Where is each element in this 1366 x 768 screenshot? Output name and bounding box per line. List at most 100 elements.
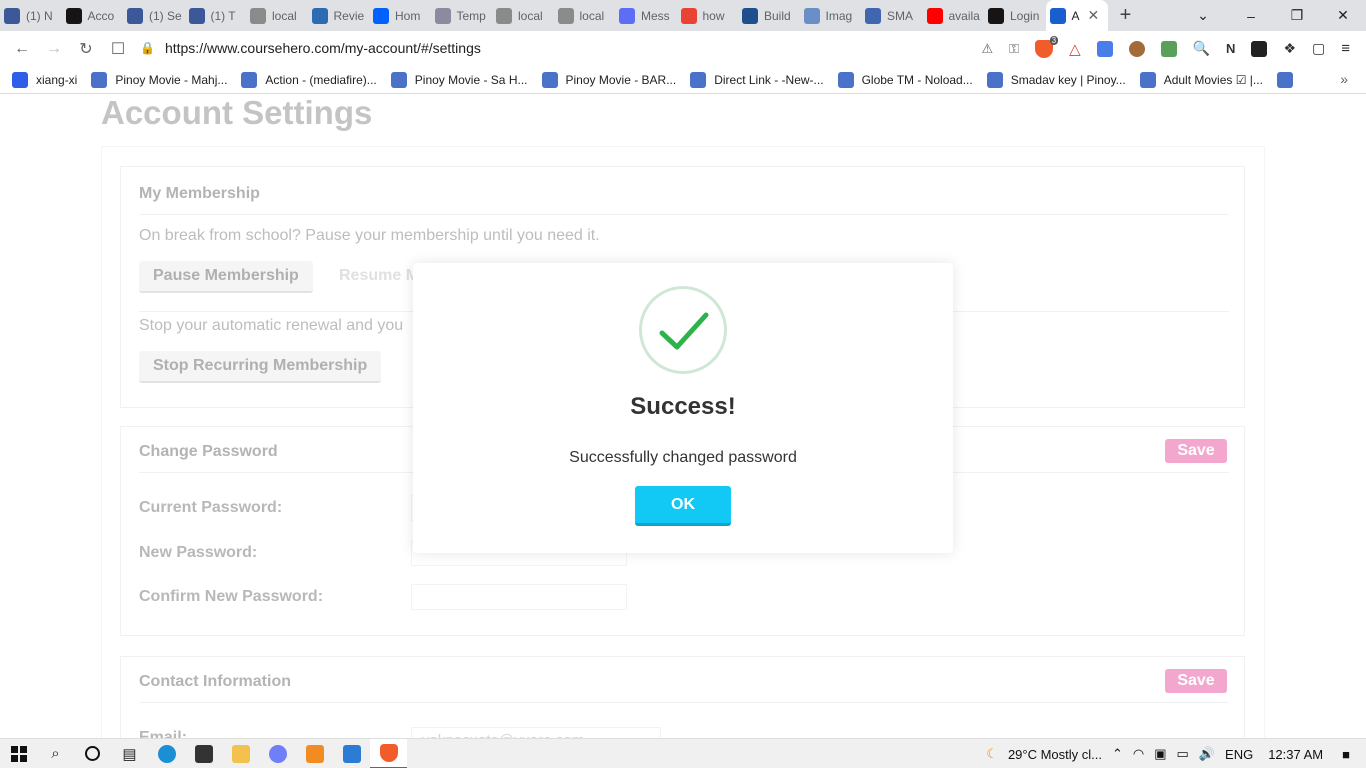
bookmark-item[interactable]: Direct Link - -New-...	[690, 71, 824, 88]
tab-title: (1) N	[26, 8, 53, 23]
minimize-icon[interactable]: –	[1228, 0, 1274, 31]
battery-icon[interactable]: ▭	[1177, 746, 1189, 762]
browser-tab[interactable]: Acco	[62, 0, 124, 31]
wallet-icon[interactable]: ▢	[1312, 40, 1325, 57]
browser-tab[interactable]: Imag	[800, 0, 862, 31]
close-tab-icon[interactable]: ✕	[1088, 7, 1100, 24]
language-indicator[interactable]: ENG	[1225, 747, 1253, 762]
brave-shields-icon[interactable]: 3	[1035, 35, 1059, 58]
contact-heading: Contact Information	[139, 673, 291, 690]
bookmark-favicon-icon	[837, 71, 854, 88]
url-text[interactable]: https://www.coursehero.com/my-account/#/…	[165, 40, 481, 56]
active-tab[interactable]: A ✕	[1045, 0, 1108, 31]
key-icon[interactable]: ⚿	[1009, 41, 1019, 57]
bookmark-item[interactable]: Pinoy Movie - Mahj...	[91, 71, 227, 88]
browser-tab[interactable]: local	[246, 0, 308, 31]
save-password-button[interactable]: Save	[1165, 439, 1227, 463]
vscode-icon[interactable]	[333, 739, 370, 768]
browser-tab[interactable]: Mess	[615, 0, 677, 31]
browser-tab[interactable]: (1) N	[0, 0, 62, 31]
meet-now-icon[interactable]: ▣	[1154, 746, 1166, 762]
menu-icon[interactable]: ≡	[1341, 40, 1350, 57]
browser-tab[interactable]: Login	[984, 0, 1046, 31]
puzzle-icon[interactable]: ❖	[1283, 40, 1296, 57]
browser-tab[interactable]: (1) T	[185, 0, 247, 31]
bookmark-item[interactable]: Adult Movies ☑ |...	[1139, 71, 1263, 88]
bookmark-item[interactable]: Pinoy Movie - Sa H...	[390, 71, 528, 88]
bookmark-item[interactable]: Globe TM - Noload...	[837, 71, 973, 88]
browser-tab[interactable]: (1) Se	[123, 0, 185, 31]
bookmark-item[interactable]	[1276, 71, 1301, 88]
bookmark-item[interactable]: Pinoy Movie - BAR...	[541, 71, 676, 88]
divider	[139, 702, 1229, 703]
tab-strip: (1) N Acco (1) Se (1) T local Revie Hom Temp loc…	[0, 0, 1366, 31]
dialog-title: Success!	[630, 393, 736, 420]
contact-card: Contact Information Save Email: yaknocua…	[120, 656, 1245, 738]
bookmark-item[interactable]: Smadav key | Pinoy...	[986, 71, 1126, 88]
address-bar[interactable]: 🔒 https://www.coursehero.com/my-account/…	[140, 34, 960, 62]
email-field[interactable]: yaknocuato@yuere.com	[411, 727, 661, 738]
bookmarks-overflow-icon[interactable]: »	[1340, 71, 1348, 87]
new-tab-button[interactable]: +	[1112, 4, 1140, 27]
translate-icon[interactable]	[1096, 40, 1113, 57]
ok-button[interactable]: OK	[635, 486, 731, 526]
messenger-icon[interactable]	[259, 739, 296, 768]
search-icon[interactable]: ⌕	[37, 739, 74, 768]
close-window-icon[interactable]: ✕	[1320, 0, 1366, 31]
confirm-password-input[interactable]	[411, 584, 627, 610]
store-icon[interactable]	[185, 739, 222, 768]
zoom-icon[interactable]: 🔍	[1193, 40, 1210, 57]
bookmark-item[interactable]: xiang-xi	[12, 71, 77, 88]
forward-icon[interactable]: →	[38, 33, 70, 65]
clock[interactable]: 12:37 AM	[1268, 747, 1323, 762]
bookmark-item[interactable]: Action - (mediafire)...	[241, 71, 377, 88]
cookie-icon[interactable]	[1128, 40, 1145, 57]
browser-tab[interactable]: Revie	[308, 0, 370, 31]
browser-tab[interactable]: Hom	[369, 0, 431, 31]
n-extension-icon[interactable]: N	[1226, 41, 1235, 56]
tab-favicon-icon	[926, 7, 943, 24]
sublime-icon[interactable]	[296, 739, 333, 768]
reload-icon[interactable]: ↻	[70, 33, 102, 65]
brave-taskbar-icon[interactable]	[370, 738, 407, 768]
tab-title: Imag	[825, 8, 853, 23]
pause-membership-button[interactable]: Pause Membership	[139, 261, 313, 293]
brave-rewards-icon[interactable]: △	[1069, 40, 1081, 58]
divider	[139, 214, 1229, 215]
browser-tab[interactable]: local	[554, 0, 616, 31]
chevron-up-icon[interactable]: ⌃	[1112, 746, 1123, 762]
bookmark-icon[interactable]: ☐	[102, 33, 134, 65]
tab-favicon-icon	[373, 7, 389, 24]
save-contact-button[interactable]: Save	[1165, 669, 1227, 693]
tab-favicon-icon	[619, 7, 635, 24]
bat-extension-icon[interactable]	[1251, 40, 1268, 57]
tab-search-icon[interactable]: ⌄	[1180, 0, 1226, 31]
site-permissions-icon[interactable]: ⚠	[982, 41, 994, 57]
cortana-icon[interactable]	[74, 739, 111, 768]
weather-text[interactable]: 29°C Mostly cl...	[1008, 747, 1102, 762]
back-icon[interactable]: ←	[6, 33, 38, 65]
browser-tab[interactable]: SMA	[861, 0, 923, 31]
tab-title: local	[579, 8, 605, 23]
bookmark-favicon-icon	[1139, 71, 1156, 88]
file-explorer-icon[interactable]	[222, 739, 259, 768]
browser-tab[interactable]: Temp	[431, 0, 493, 31]
tab-favicon-icon	[557, 7, 574, 24]
bookmark-favicon-icon	[986, 71, 1003, 88]
wifi-icon[interactable]: ◠	[1133, 746, 1144, 762]
stop-recurring-button[interactable]: Stop Recurring Membership	[139, 351, 382, 383]
tag-icon[interactable]	[1160, 40, 1177, 57]
weather-icon[interactable]: ☾	[986, 746, 998, 762]
windows-start-icon[interactable]	[0, 739, 37, 768]
browser-tab[interactable]: Build	[738, 0, 800, 31]
task-view-icon[interactable]: ▤	[111, 739, 148, 768]
tab-favicon-icon	[803, 7, 820, 24]
volume-icon[interactable]: 🔊	[1199, 746, 1215, 762]
maximize-icon[interactable]: ❐	[1274, 0, 1320, 31]
browser-tab[interactable]: how	[677, 0, 739, 31]
browser-tab[interactable]: local	[492, 0, 554, 31]
edge-icon[interactable]	[148, 739, 185, 768]
notifications-icon[interactable]: ■	[1342, 747, 1350, 762]
browser-tab[interactable]: availa	[923, 0, 985, 31]
extension-icons: ⚠ ⚿ 3 △ 🔍 N ❖ ▢ ≡	[974, 31, 1359, 66]
